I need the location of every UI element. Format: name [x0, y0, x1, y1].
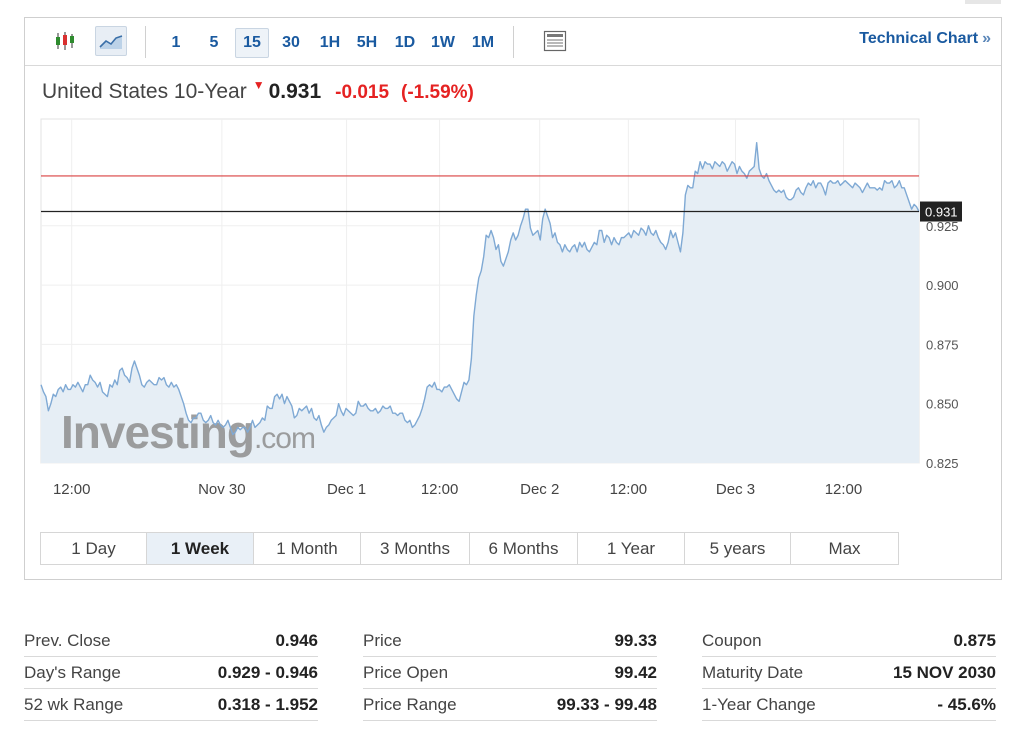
stat-row: 52 wk Range 0.318 - 1.952	[24, 689, 318, 721]
stat-row: Maturity Date 15 NOV 2030	[702, 657, 996, 689]
stat-value: 99.33 - 99.48	[556, 694, 657, 714]
range-3-months[interactable]: 3 Months	[361, 533, 470, 564]
range-1-year[interactable]: 1 Year	[578, 533, 685, 564]
stat-row: Price Range 99.33 - 99.48	[363, 689, 657, 721]
stat-row: Day's Range 0.929 - 0.946	[24, 657, 318, 689]
stat-value: 0.875	[953, 630, 996, 650]
range-max[interactable]: Max	[791, 533, 898, 564]
stat-value: 15 NOV 2030	[892, 662, 996, 682]
x-tick-label: Nov 30	[198, 481, 246, 498]
last-price-badge-label: 0.931	[925, 205, 958, 220]
top-corner-tab	[965, 0, 1001, 4]
stat-value: 0.318 - 1.952	[217, 694, 318, 714]
stat-label: Coupon	[702, 630, 762, 650]
stat-label: Maturity Date	[702, 662, 804, 682]
watermark-brand: Investing	[61, 406, 254, 458]
stat-value: 99.42	[614, 662, 657, 682]
stat-label: Price Open	[363, 662, 449, 682]
range-1-day[interactable]: 1 Day	[41, 533, 147, 564]
time-range-selector: 1 Day 1 Week 1 Month 3 Months 6 Months 1 Year…	[40, 532, 899, 565]
stat-row: Price Open 99.42	[363, 657, 657, 689]
stat-value: 99.33	[614, 630, 657, 650]
stat-label: Prev. Close	[24, 630, 111, 650]
range-1-month[interactable]: 1 Month	[254, 533, 361, 564]
stats-column-2: Price 99.33 Price Open 99.42 Price Range 99.3…	[363, 625, 657, 721]
range-5-years[interactable]: 5 years	[685, 533, 791, 564]
stats-column-1: Prev. Close 0.946 Day's Range 0.929 - 0.946…	[24, 625, 318, 721]
stat-value: 0.929 - 0.946	[217, 662, 318, 682]
watermark-suffix: .com	[254, 422, 315, 455]
x-tick-label: 12:00	[825, 481, 863, 498]
stat-label: Price Range	[363, 694, 457, 714]
price-chart[interactable]: Investing.com0.8250.8500.8750.9000.9250.…	[25, 18, 1001, 528]
y-tick-label: 0.875	[926, 337, 959, 352]
stat-value: 0.946	[275, 630, 318, 650]
x-tick-label: Dec 2	[520, 481, 559, 498]
stat-row: Coupon 0.875	[702, 625, 996, 657]
stat-label: 52 wk Range	[24, 694, 124, 714]
chart-panel: 1 5 15 30 1H 5H 1D 1W 1M Technical Chart» United…	[24, 17, 1002, 580]
y-tick-label: 0.825	[926, 456, 959, 471]
stat-label: 1-Year Change	[702, 694, 816, 714]
stat-label: Price	[363, 630, 402, 650]
stat-row: Price 99.33	[363, 625, 657, 657]
x-tick-label: 12:00	[610, 481, 648, 498]
x-tick-label: 12:00	[53, 481, 91, 498]
x-tick-label: Dec 1	[327, 481, 366, 498]
stats-column-3: Coupon 0.875 Maturity Date 15 NOV 2030 1-Yea…	[702, 625, 996, 721]
x-tick-label: Dec 3	[716, 481, 755, 498]
x-tick-label: 12:00	[421, 481, 459, 498]
stat-row: 1-Year Change - 45.6%	[702, 689, 996, 721]
stat-value: - 45.6%	[937, 694, 996, 714]
range-1-week[interactable]: 1 Week	[147, 533, 254, 564]
range-6-months[interactable]: 6 Months	[470, 533, 578, 564]
y-tick-label: 0.900	[926, 278, 959, 293]
y-tick-label: 0.850	[926, 397, 959, 412]
stat-label: Day's Range	[24, 662, 121, 682]
stat-row: Prev. Close 0.946	[24, 625, 318, 657]
